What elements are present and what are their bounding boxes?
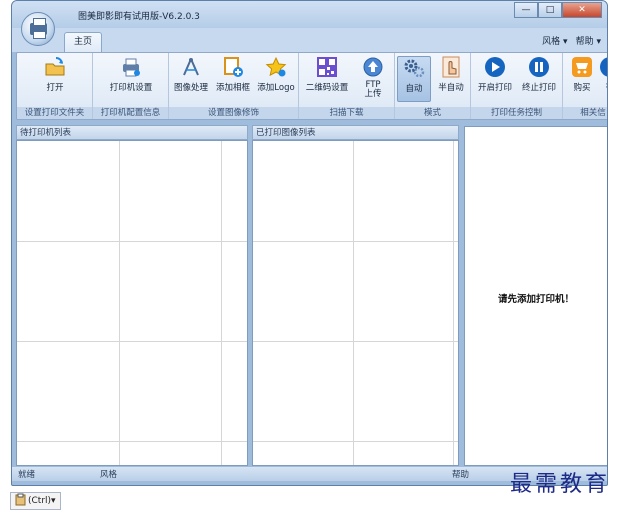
ribbon-right-menu: 风格 ▾ 帮助 ▾	[542, 34, 601, 47]
window-title: 图美即影即有试用版-V6.2.0.3	[78, 12, 200, 22]
open-button[interactable]: 打开	[35, 56, 75, 102]
printed-image-list[interactable]	[252, 140, 459, 466]
buy-label: 购买	[573, 83, 591, 93]
status-ready: 就绪	[18, 470, 36, 480]
ftp-upload-button[interactable]: FTP 上传	[355, 56, 391, 102]
grid-line	[253, 241, 458, 242]
pending-printer-list[interactable]	[16, 140, 248, 466]
grid-line	[17, 241, 247, 242]
qr-settings-button[interactable]: 二维码设置	[303, 56, 351, 102]
printer-icon	[30, 18, 47, 39]
main-panes: 待打印机列表 已打印图像列表 请先添加打印机！	[16, 123, 607, 466]
group-label-print-task-control: 打印任务控制	[471, 107, 562, 119]
stop-print-button[interactable]: 终止打印	[519, 56, 559, 102]
ribbon-tab-row: 主页 风格 ▾ 帮助 ▾	[12, 28, 607, 52]
printer-settings-label: 打印机设置	[109, 83, 153, 93]
chevron-down-icon: ▾	[563, 37, 568, 47]
upload-icon	[362, 56, 384, 78]
shopping-cart-icon	[571, 56, 593, 78]
maximize-button[interactable]: □	[538, 2, 562, 18]
qr-code-icon	[316, 56, 338, 78]
group-label-image-decoration: 设置图像修饰	[169, 107, 298, 119]
group-label-print-folder: 设置打印文件夹	[17, 107, 92, 119]
qr-settings-label: 二维码设置	[305, 83, 349, 93]
paste-options-button[interactable]: (Ctrl)▾	[10, 492, 61, 510]
tab-home[interactable]: 主页	[64, 32, 102, 52]
group-mode: 自动 半自动 模式	[395, 53, 471, 119]
window-controls: — □ ✕	[514, 2, 602, 18]
start-print-label: 开启打印	[477, 83, 512, 93]
group-label-scan-download: 扫描下载	[299, 107, 394, 119]
group-print-task-control: 开启打印 终止打印 打印任务控制	[471, 53, 563, 119]
group-label-printer-config: 打印机配置信息	[93, 107, 168, 119]
app-window: 图美即影即有试用版-V6.2.0.3 — □ ✕ 主页 风格 ▾ 帮助 ▾ 打开…	[11, 0, 608, 486]
add-logo-label: 添加Logo	[257, 83, 295, 93]
status-style: 风格	[100, 470, 118, 480]
auto-mode-label: 自动	[405, 84, 423, 94]
group-scan-download: 二维码设置 FTP 上传 扫描下载	[299, 53, 395, 119]
pause-icon	[528, 56, 550, 78]
open-label: 打开	[46, 83, 64, 93]
start-print-button[interactable]: 开启打印	[475, 56, 515, 102]
image-processing-label: 图像处理	[173, 83, 208, 93]
grid-line	[221, 141, 222, 465]
add-frame-label: 添加相框	[215, 83, 250, 93]
semi-auto-mode-label: 半自动	[438, 83, 464, 93]
group-related-info: 购买 帮 相关信	[563, 53, 607, 119]
add-printer-message: 请先添加打印机！	[497, 294, 574, 305]
grid-line	[17, 441, 247, 442]
printer-settings-icon	[120, 56, 142, 78]
group-label-related-info: 相关信	[563, 107, 607, 119]
status-help: 帮助	[452, 470, 470, 480]
grid-line	[119, 141, 120, 465]
stop-print-label: 终止打印	[521, 83, 556, 93]
printer-settings-button[interactable]: 打印机设置	[99, 56, 163, 102]
ftp-upload-label-line2: 上传	[364, 89, 382, 99]
gears-icon	[403, 57, 425, 79]
compass-icon	[180, 56, 202, 78]
help-menu-label: 帮助	[575, 37, 594, 47]
watermark-text: 最需教育	[510, 472, 611, 497]
grid-line	[353, 141, 354, 465]
help-ribbon-label: 帮	[599, 81, 607, 93]
grid-line	[17, 341, 247, 342]
help-icon	[599, 56, 607, 78]
group-label-mode: 模式	[395, 107, 470, 119]
grid-line	[253, 441, 458, 442]
add-frame-button[interactable]: 添加相框	[213, 56, 253, 102]
minimize-button[interactable]: —	[514, 2, 538, 18]
grid-line	[453, 141, 454, 465]
chevron-down-icon: ▾	[596, 37, 601, 47]
help-menu[interactable]: 帮助 ▾	[576, 34, 601, 47]
close-button[interactable]: ✕	[562, 2, 602, 18]
open-folder-icon	[44, 56, 66, 78]
play-icon	[484, 56, 506, 78]
group-printer-config: 打印机设置 打印机配置信息	[93, 53, 169, 119]
help-ribbon-button[interactable]: 帮	[599, 56, 607, 102]
ribbon: 打开 设置打印文件夹 打印机设置 打印机配置信息 图像处理 添加相框 添加Log…	[16, 52, 607, 120]
style-menu[interactable]: 风格 ▾	[542, 34, 567, 47]
star-icon	[265, 56, 287, 78]
pending-list-header: 待打印机列表	[16, 125, 248, 140]
auto-mode-button[interactable]: 自动	[397, 56, 431, 102]
hand-pointer-icon	[440, 56, 462, 78]
style-menu-label: 风格	[542, 37, 561, 47]
buy-button[interactable]: 购买	[567, 56, 597, 102]
group-print-folder: 打开 设置打印文件夹	[17, 53, 93, 119]
paste-options-label: (Ctrl)▾	[28, 496, 56, 506]
add-logo-button[interactable]: 添加Logo	[255, 56, 297, 102]
semi-auto-mode-button[interactable]: 半自动	[433, 56, 469, 102]
message-panel: 请先添加打印机！	[464, 126, 607, 466]
image-processing-button[interactable]: 图像处理	[171, 56, 211, 102]
add-frame-icon	[222, 56, 244, 78]
grid-line	[253, 341, 458, 342]
printed-list-header: 已打印图像列表	[252, 125, 459, 140]
group-image-decoration: 图像处理 添加相框 添加Logo 设置图像修饰	[169, 53, 299, 119]
clipboard-icon	[15, 493, 26, 509]
title-bar: 图美即影即有试用版-V6.2.0.3 — □ ✕	[12, 1, 607, 28]
ftp-upload-label: FTP 上传	[355, 81, 391, 99]
app-menu-button[interactable]	[21, 12, 55, 46]
